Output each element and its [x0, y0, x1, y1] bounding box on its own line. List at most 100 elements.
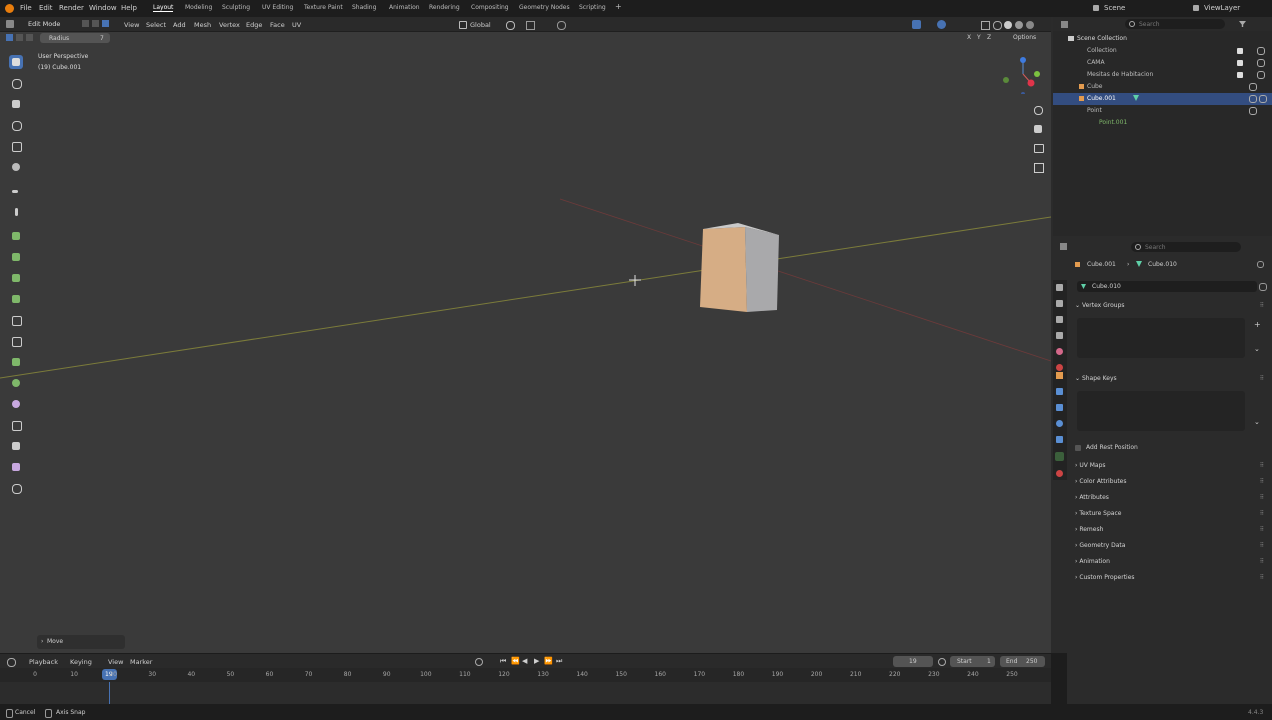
tool-measure[interactable]: [9, 205, 23, 219]
gizmo-toggle-icon[interactable]: [912, 20, 921, 29]
camera-view-icon[interactable]: [1034, 144, 1044, 153]
menu-face[interactable]: Face: [270, 21, 285, 29]
preview-range-icon[interactable]: [938, 658, 946, 666]
shape-keys-list[interactable]: [1077, 391, 1245, 431]
outliner-search-input[interactable]: Search: [1125, 19, 1225, 29]
menu-playback[interactable]: Playback: [29, 658, 58, 666]
timeline-ruler[interactable]: 19 0 10 20 30 40 50 60 70 80 90 100 110 120 130 140 150…: [0, 668, 1051, 682]
tab-geometry-nodes[interactable]: Geometry Nodes: [519, 4, 570, 11]
axis-x-toggle[interactable]: X: [967, 34, 971, 41]
panel-animation[interactable]: › Animation: [1075, 558, 1110, 565]
end-frame-field[interactable]: End 250: [1000, 656, 1045, 667]
select-subtract-icon[interactable]: [26, 34, 33, 41]
tool-rotate[interactable]: [9, 118, 23, 132]
radius-field[interactable]: Radius 7: [40, 33, 110, 43]
scene-selector[interactable]: Scene: [1104, 4, 1125, 12]
tab-render-icon[interactable]: [1056, 300, 1063, 307]
tab-particles-icon[interactable]: [1056, 404, 1063, 411]
tab-modeling[interactable]: Modeling: [185, 4, 212, 11]
panel-color-attributes[interactable]: › Color Attributes: [1075, 478, 1127, 485]
filter-icon[interactable]: [1239, 21, 1246, 27]
tool-rip-region[interactable]: [9, 481, 23, 495]
outliner-row-mesitas[interactable]: Mesitas de Habitacion: [1053, 69, 1272, 81]
eye-icon[interactable]: [1249, 83, 1257, 91]
menu-marker[interactable]: Marker: [130, 658, 152, 666]
shading-rendered-icon[interactable]: [1026, 21, 1034, 29]
tab-world-icon[interactable]: [1056, 364, 1063, 371]
panel-drag-handle[interactable]: ⠿: [1260, 462, 1264, 469]
play-icon[interactable]: ▶: [534, 657, 539, 665]
panel-remesh[interactable]: › Remesh: [1075, 526, 1103, 533]
add-rest-position-checkbox[interactable]: [1075, 445, 1081, 451]
tool-scale[interactable]: [9, 139, 23, 153]
panel-uv-maps[interactable]: › UV Maps: [1075, 462, 1106, 469]
pin-icon[interactable]: [1257, 261, 1264, 268]
start-frame-field[interactable]: Start 1: [950, 656, 995, 667]
tab-animation[interactable]: Animation: [389, 4, 420, 11]
tab-material-icon[interactable]: [1056, 470, 1063, 477]
tab-tool-icon[interactable]: [1056, 284, 1063, 291]
eye-icon[interactable]: [1257, 59, 1265, 67]
panel-texture-space[interactable]: › Texture Space: [1075, 510, 1121, 517]
auto-key-icon[interactable]: [475, 658, 483, 666]
transform-orientation-selector[interactable]: Global: [470, 21, 491, 29]
jump-start-icon[interactable]: ⏮: [500, 657, 506, 666]
menu-select[interactable]: Select: [146, 21, 166, 29]
outliner-row-collection[interactable]: Collection: [1053, 45, 1272, 57]
panel-geometry-data[interactable]: › Geometry Data: [1075, 542, 1125, 549]
tool-select[interactable]: [9, 55, 23, 69]
pivot-point-icon[interactable]: [506, 21, 515, 30]
axis-z-toggle[interactable]: Z: [987, 34, 991, 41]
zoom-icon[interactable]: [1034, 106, 1043, 115]
panel-drag-handle[interactable]: ⠿: [1260, 478, 1264, 485]
tool-edge-slide[interactable]: [9, 418, 23, 432]
select-extend-icon[interactable]: [16, 34, 23, 41]
last-operator-panel[interactable]: › Move: [37, 635, 125, 649]
area-divider[interactable]: [1051, 653, 1067, 704]
panel-shape-keys[interactable]: ⌄ Shape Keys: [1075, 375, 1117, 382]
outliner-row-point[interactable]: Point: [1053, 105, 1272, 117]
eye-icon[interactable]: [1249, 95, 1257, 103]
timeline-keyframe-area[interactable]: [0, 682, 1051, 704]
editor-type-icon[interactable]: [6, 20, 14, 28]
axis-y-toggle[interactable]: Y: [977, 34, 981, 41]
tool-poly-build[interactable]: [9, 355, 23, 369]
play-reverse-icon[interactable]: ◀: [522, 657, 527, 665]
menu-render[interactable]: Render: [59, 4, 84, 12]
snap-icon[interactable]: [526, 21, 535, 30]
tab-layout[interactable]: Layout: [153, 4, 174, 12]
menu-uv[interactable]: UV: [292, 21, 301, 29]
tab-data-icon[interactable]: [1055, 452, 1064, 461]
menu-window[interactable]: Window: [89, 4, 117, 12]
select-box-icon[interactable]: [6, 34, 13, 41]
add-workspace-button[interactable]: +: [615, 2, 622, 11]
panel-drag-handle[interactable]: ⠿: [1260, 302, 1264, 309]
menu-timeline-view[interactable]: View: [108, 658, 123, 666]
tool-shear[interactable]: [9, 460, 23, 474]
add-vertex-group-button[interactable]: +: [1254, 320, 1261, 329]
tab-view-layer-icon[interactable]: [1056, 332, 1063, 339]
proportional-edit-icon[interactable]: [557, 21, 566, 30]
tool-knife[interactable]: [9, 334, 23, 348]
tool-inset[interactable]: [9, 271, 23, 285]
eye-icon[interactable]: [1257, 47, 1265, 55]
shape-keys-menu-icon[interactable]: ⌄: [1254, 418, 1260, 426]
tab-uv-editing[interactable]: UV Editing: [262, 4, 293, 11]
tab-compositing[interactable]: Compositing: [471, 4, 509, 11]
properties-search-input[interactable]: Search: [1131, 242, 1241, 252]
tool-spin[interactable]: [9, 376, 23, 390]
panel-drag-handle[interactable]: ⠿: [1260, 510, 1264, 517]
menu-file[interactable]: File: [20, 4, 32, 12]
tool-cursor[interactable]: [9, 76, 23, 90]
tool-add-cube[interactable]: [9, 229, 23, 243]
camera-icon[interactable]: [1259, 95, 1267, 103]
tab-sculpting[interactable]: Sculpting: [222, 4, 250, 11]
exclude-checkbox[interactable]: [1237, 72, 1243, 78]
tab-shading[interactable]: Shading: [352, 4, 376, 11]
panel-drag-handle[interactable]: ⠿: [1260, 526, 1264, 533]
menu-keying[interactable]: Keying: [70, 658, 92, 666]
data-name-field[interactable]: Cube.010: [1077, 281, 1257, 292]
outliner-row-scene-collection[interactable]: Scene Collection: [1053, 33, 1272, 45]
tab-texture-paint[interactable]: Texture Paint: [304, 4, 343, 11]
tool-annotate[interactable]: [9, 184, 23, 198]
